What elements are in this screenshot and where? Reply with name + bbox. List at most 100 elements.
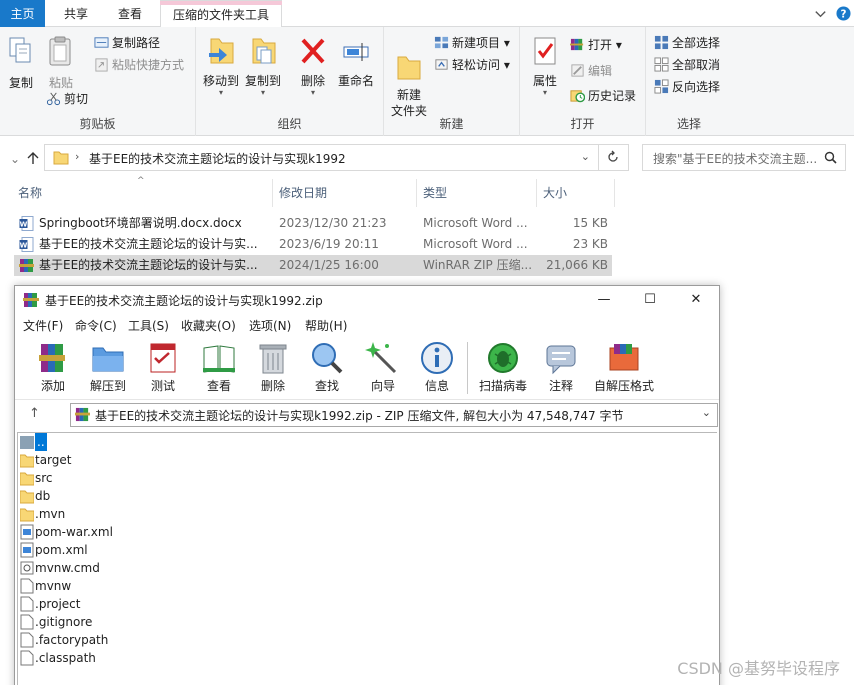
sfx-button[interactable]: 自解压格式 — [593, 340, 655, 394]
refresh-button[interactable] — [598, 144, 629, 171]
cut-button[interactable]: 剪切 — [46, 89, 88, 109]
paste-shortcut-button[interactable]: 粘贴快捷方式 — [94, 55, 184, 75]
svg-text:W: W — [20, 242, 28, 250]
select-none-button[interactable]: 全部取消 — [654, 55, 720, 75]
file-row[interactable]: W Springboot环境部署说明.docx.docx 2023/12/30 … — [14, 213, 612, 234]
address-dropdown-icon[interactable]: ⌄ — [581, 150, 590, 163]
select-none-icon — [654, 57, 669, 72]
archive-file-list: .. target src db .mvn pom-war.xml pom.xm… — [17, 432, 717, 685]
test-button[interactable]: 测试 — [145, 340, 181, 394]
edit-button[interactable]: 编辑 — [570, 61, 612, 81]
folder-icon — [20, 454, 34, 468]
invert-selection-button[interactable]: 反向选择 — [654, 77, 720, 97]
organize-group: 移动到 ▾ 复制到 ▾ 删除 ▾ 重命名 组织 — [196, 27, 384, 136]
select-all-button[interactable]: 全部选择 — [654, 33, 720, 53]
new-group-label: 新建 — [439, 117, 464, 131]
rename-button[interactable]: 重命名 — [336, 35, 376, 89]
add-button[interactable]: 添加 — [35, 340, 71, 394]
find-button[interactable]: 查找 — [309, 340, 345, 394]
column-header-type[interactable]: 类型 — [417, 179, 537, 207]
menu-favorites[interactable]: 收藏夹(O) — [181, 317, 236, 334]
winrar-menubar: 文件(F) 命令(C) 工具(S) 收藏夹(O) 选项(N) 帮助(H) — [15, 314, 719, 336]
winrar-titlebar[interactable]: 基于EE的技术交流主题论坛的设计与实现k1992.zip — ☐ ✕ — [15, 286, 719, 314]
winrar-small-icon — [570, 38, 584, 51]
column-header-size[interactable]: 大小 — [537, 179, 615, 207]
breadcrumb-chevron-icon[interactable]: › — [75, 150, 79, 163]
svg-text:?: ? — [841, 8, 847, 20]
search-input[interactable]: 搜索"基于EE的技术交流主题... — [642, 144, 846, 171]
close-button[interactable]: ✕ — [673, 286, 719, 314]
paste-button[interactable]: 粘贴 — [46, 35, 76, 91]
menu-help[interactable]: 帮助(H) — [305, 317, 347, 334]
column-header-date[interactable]: 修改日期 — [273, 179, 417, 207]
properties-icon — [534, 37, 556, 65]
view-button[interactable]: 查看 — [199, 340, 239, 394]
new-item-button[interactable]: 新建项目 ▾ — [434, 33, 510, 53]
delete-x-icon — [301, 38, 325, 64]
up-arrow-icon[interactable]: ↑ — [29, 406, 40, 421]
parent-folder-icon — [20, 436, 34, 449]
breadcrumb[interactable]: 基于EE的技术交流主题论坛的设计与实现k1992 — [89, 150, 346, 167]
folder-icon — [20, 508, 34, 522]
search-icon[interactable] — [824, 151, 837, 164]
copy-icon — [9, 37, 31, 63]
tab-compressed-folder-tools[interactable]: 压缩的文件夹工具 — [160, 0, 282, 27]
tab-share[interactable]: 共享 — [52, 0, 100, 27]
move-to-button[interactable]: 移动到 ▾ — [202, 35, 240, 97]
new-item-icon — [434, 36, 449, 49]
folder-icon — [20, 490, 34, 504]
new-group: 新建 文件夹 新建项目 ▾ 轻松访问 ▾ 新建 — [384, 27, 520, 136]
history-button[interactable]: 历史记录 — [570, 86, 636, 106]
info-button[interactable]: 信息 — [419, 340, 455, 394]
sfx-archive-icon — [609, 344, 639, 371]
cmd-file-icon — [20, 561, 34, 575]
scissors-icon — [46, 92, 61, 106]
file-row[interactable]: W 基于EE的技术交流主题论坛的设计与实... 2023/6/19 20:11 … — [14, 234, 612, 255]
copy-button[interactable]: 复制 — [6, 35, 36, 91]
chevron-down-icon[interactable]: ⌄ — [10, 152, 20, 166]
minimize-button[interactable]: — — [581, 286, 627, 314]
delete-archive-button[interactable]: 删除 — [255, 340, 291, 394]
help-icon[interactable]: ? — [836, 6, 851, 21]
xml-file-icon — [20, 542, 34, 558]
chevron-down-icon[interactable]: ⌄ — [702, 406, 711, 419]
virus-scan-icon — [488, 343, 518, 373]
tab-home[interactable]: 主页 — [0, 0, 45, 27]
file-icon — [20, 650, 34, 666]
scan-virus-button[interactable]: 扫描病毒 — [477, 340, 529, 394]
chevron-down-icon[interactable] — [813, 6, 828, 21]
open-group: 属性 ▾ 打开 ▾ 编辑 历史记录 打开 — [520, 27, 646, 136]
clipboard-group: 复制 粘贴 复制路径 粘贴快捷方式 剪切 剪贴板 — [0, 27, 196, 136]
tab-view[interactable]: 查看 — [106, 0, 154, 27]
menu-file[interactable]: 文件(F) — [23, 317, 63, 334]
info-icon — [421, 342, 453, 374]
properties-button[interactable]: 属性 ▾ — [528, 35, 562, 97]
move-to-icon — [209, 38, 234, 64]
wizard-button[interactable]: 向导 — [365, 340, 401, 394]
copy-to-button[interactable]: 复制到 ▾ — [244, 35, 282, 97]
address-bar[interactable]: › 基于EE的技术交流主题论坛的设计与实现k1992 ⌄ — [44, 144, 599, 171]
menu-commands[interactable]: 命令(C) — [75, 317, 117, 334]
menu-options[interactable]: 选项(N) — [249, 317, 291, 334]
clipboard-group-label: 剪贴板 — [79, 117, 116, 131]
easy-access-icon — [435, 59, 448, 70]
delete-button[interactable]: 删除 ▾ — [296, 35, 330, 97]
copy-path-button[interactable]: 复制路径 — [94, 33, 160, 53]
easy-access-button[interactable]: 轻松访问 ▾ — [434, 55, 510, 75]
winrar-toolbar: 添加 解压到 测试 查看 删除 查找 向导 信息 扫描病毒 注释 自解压格式 — [15, 336, 719, 398]
comment-button[interactable]: 注释 — [543, 340, 579, 394]
trash-icon — [259, 344, 287, 374]
up-arrow-icon[interactable] — [26, 151, 40, 165]
menu-tools[interactable]: 工具(S) — [128, 317, 169, 334]
extract-to-button[interactable]: 解压到 — [87, 340, 129, 394]
archive-path-dropdown[interactable]: 基于EE的技术交流主题论坛的设计与实现k1992.zip - ZIP 压缩文件,… — [70, 403, 718, 427]
maximize-button[interactable]: ☐ — [627, 286, 673, 314]
file-row-selected[interactable]: 基于EE的技术交流主题论坛的设计与实... 2024/1/25 16:00 Wi… — [14, 255, 612, 276]
winrar-icon — [75, 407, 90, 422]
magnifier-icon — [312, 343, 343, 374]
rename-icon — [343, 43, 369, 61]
winrar-icon — [23, 293, 39, 307]
sort-arrow-icon: ^ — [137, 176, 145, 186]
magic-wand-icon — [365, 342, 397, 374]
open-button[interactable]: 打开 ▾ — [570, 35, 622, 55]
